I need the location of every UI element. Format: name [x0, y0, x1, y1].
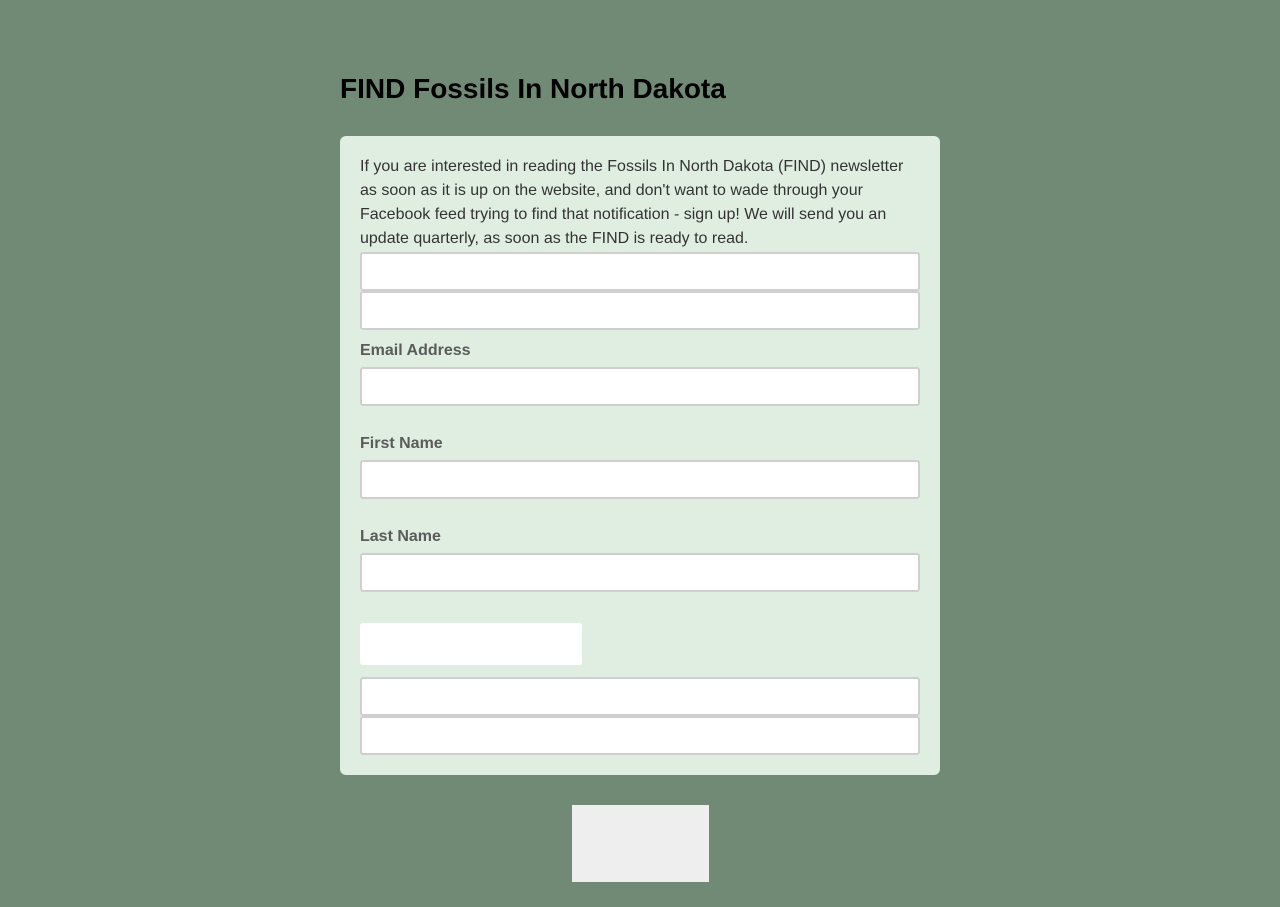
hidden-field-4[interactable]: [360, 716, 920, 755]
last-name-label: Last Name: [360, 528, 441, 545]
first-name-label: First Name: [360, 435, 443, 452]
first-name-field[interactable]: [360, 460, 920, 499]
hidden-field-3[interactable]: [360, 677, 920, 716]
hidden-field-2[interactable]: [360, 291, 920, 330]
submit-button[interactable]: [572, 805, 709, 882]
form-intro-text: If you are interested in reading the Fos…: [360, 158, 904, 247]
page-title: FIND Fossils In North Dakota: [340, 73, 726, 104]
last-name-field[interactable]: [360, 553, 920, 592]
email-field[interactable]: [360, 367, 920, 406]
signup-form: If you are interested in reading the Fos…: [340, 136, 940, 775]
hidden-field-1[interactable]: [360, 252, 920, 291]
email-label: Email Address: [360, 342, 471, 359]
captcha-widget[interactable]: [360, 623, 582, 665]
